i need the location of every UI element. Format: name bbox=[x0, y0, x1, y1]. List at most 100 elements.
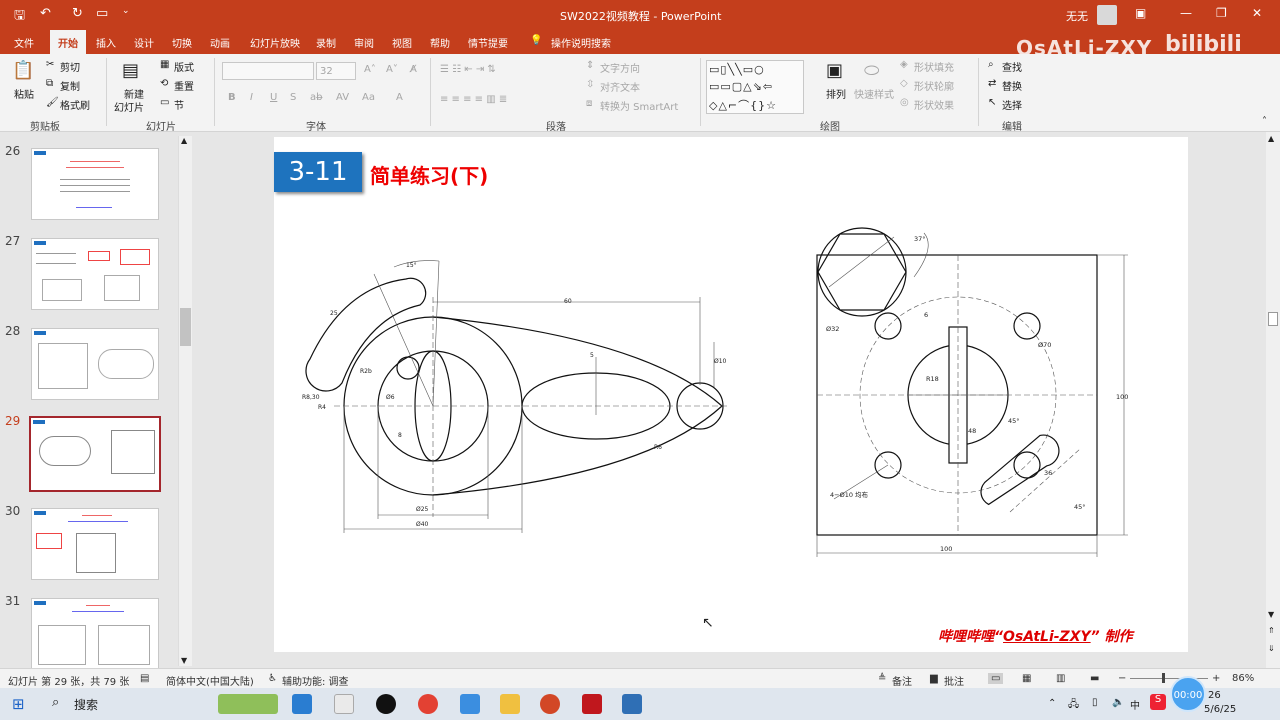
select-icon[interactable]: ↖ bbox=[988, 97, 996, 108]
shape-fill-button[interactable]: 形状填充 bbox=[914, 59, 954, 74]
zoom-level[interactable]: 86% bbox=[1232, 673, 1254, 684]
collapse-ribbon-icon[interactable]: ˄ bbox=[1262, 116, 1267, 127]
file-explorer-icon[interactable] bbox=[500, 694, 520, 714]
qq-icon[interactable] bbox=[376, 694, 396, 714]
ribbon-display-icon[interactable]: ▣ bbox=[1135, 6, 1146, 20]
slide-thumbnail-30[interactable] bbox=[31, 508, 159, 580]
tab-storyboard[interactable]: 情节提要 bbox=[468, 35, 508, 50]
bullets-icon[interactable]: ☰ ☷ ⇤ ⇥ ⇅ bbox=[440, 64, 496, 75]
start-presentation-icon[interactable]: ▭ bbox=[96, 6, 108, 21]
layout-icon[interactable]: ▦ bbox=[160, 59, 169, 70]
replace-icon[interactable]: ⇄ bbox=[988, 78, 996, 89]
user-name[interactable]: 无无 bbox=[1066, 8, 1088, 24]
scroll-thumb[interactable] bbox=[1268, 312, 1278, 326]
tab-home[interactable]: 开始 bbox=[50, 30, 86, 54]
shapes-gallery[interactable]: ▭▯╲╲▭○ ▭▭▢△⇘⇦ ◇△⌐⌒{}☆ bbox=[706, 60, 804, 114]
scroll-down-icon[interactable]: ▼ bbox=[1268, 610, 1274, 619]
tab-review[interactable]: 审阅 bbox=[354, 35, 374, 50]
shape-fill-icon[interactable]: ◈ bbox=[900, 59, 908, 70]
tab-slideshow[interactable]: 幻灯片放映 bbox=[250, 35, 300, 50]
slide-scrollbar[interactable]: ▲ ▼ ⇑ ⇓ bbox=[1266, 132, 1280, 668]
taskbar-search[interactable]: 搜索 bbox=[74, 696, 98, 713]
reading-view-icon[interactable]: ▥ bbox=[1056, 673, 1065, 684]
normal-view-icon[interactable]: ▭ bbox=[988, 673, 1004, 684]
tab-help[interactable]: 帮助 bbox=[430, 35, 450, 50]
cut-button[interactable]: 剪切 bbox=[60, 59, 80, 74]
find-button[interactable]: 查找 bbox=[1002, 59, 1022, 74]
char-spacing-icon[interactable]: AV bbox=[336, 92, 349, 103]
customize-qat-icon[interactable]: ⌄ bbox=[122, 6, 130, 16]
spellcheck-icon[interactable]: ▤ bbox=[140, 673, 149, 684]
format-painter-icon[interactable]: 🖌 bbox=[46, 97, 59, 108]
font-size-select[interactable]: 32 bbox=[316, 62, 356, 80]
photos-icon[interactable] bbox=[622, 694, 642, 714]
close-icon[interactable]: ✕ bbox=[1252, 6, 1262, 20]
slide-thumbnail-31[interactable] bbox=[31, 598, 159, 670]
shrink-font-icon[interactable]: A˅ bbox=[386, 64, 398, 75]
grow-font-icon[interactable]: A˄ bbox=[364, 64, 376, 75]
windows-start-icon[interactable]: ⊞ bbox=[12, 695, 25, 713]
chrome-icon[interactable] bbox=[418, 694, 438, 714]
layout-button[interactable]: 版式 bbox=[174, 59, 194, 74]
quick-styles-icon[interactable]: ⬭ bbox=[864, 60, 879, 81]
bold-icon[interactable]: B bbox=[228, 92, 236, 103]
shape-effects-icon[interactable]: ◎ bbox=[900, 97, 909, 108]
slide-thumbnail-26[interactable] bbox=[31, 148, 159, 220]
find-icon[interactable]: ⌕ bbox=[988, 59, 994, 70]
app-icon[interactable] bbox=[334, 694, 354, 714]
zoom-in-icon[interactable]: + bbox=[1212, 673, 1220, 684]
notes-icon[interactable]: ≜ bbox=[878, 673, 886, 684]
align-text-button[interactable]: 对齐文本 bbox=[600, 79, 640, 94]
thumbnail-scrollbar[interactable]: ▲ ▼ bbox=[178, 136, 192, 666]
tab-design[interactable]: 设计 bbox=[134, 35, 154, 50]
shape-effects-button[interactable]: 形状效果 bbox=[914, 97, 954, 112]
cut-icon[interactable]: ✂ bbox=[46, 59, 54, 70]
slide-thumbnail-27[interactable] bbox=[31, 238, 159, 310]
tab-view[interactable]: 视图 bbox=[392, 35, 412, 50]
reset-icon[interactable]: ⟲ bbox=[160, 78, 168, 89]
undo-icon[interactable]: ↶ bbox=[40, 6, 51, 21]
zoom-slider-thumb[interactable] bbox=[1162, 673, 1165, 683]
minimize-icon[interactable]: — bbox=[1180, 6, 1192, 20]
tell-me-search[interactable]: 操作说明搜索 bbox=[551, 35, 611, 50]
shadow-icon[interactable]: S bbox=[290, 92, 296, 103]
format-painter-button[interactable]: 格式刷 bbox=[60, 97, 90, 112]
avatar[interactable] bbox=[1097, 5, 1117, 25]
scroll-thumb[interactable] bbox=[180, 308, 191, 346]
italic-icon[interactable]: I bbox=[250, 92, 253, 103]
new-slide-icon[interactable]: ▤ bbox=[122, 60, 139, 81]
redo-icon[interactable]: ↻ bbox=[72, 6, 83, 21]
slide-thumbnail-pane[interactable]: 26 27 28 29 30 31 bbox=[0, 132, 193, 670]
copy-button[interactable]: 复制 bbox=[60, 78, 80, 93]
change-case-icon[interactable]: Aa bbox=[362, 92, 375, 103]
sogou-icon[interactable]: S bbox=[1150, 694, 1166, 710]
smartart-icon[interactable]: ⧈ bbox=[586, 98, 592, 109]
scroll-down-icon[interactable]: ▼ bbox=[181, 656, 187, 665]
solidworks-icon[interactable] bbox=[582, 694, 602, 714]
font-color-icon[interactable]: A bbox=[396, 92, 403, 103]
tray-chevron-icon[interactable]: ⌃ bbox=[1048, 698, 1056, 709]
shape-outline-button[interactable]: 形状轮廓 bbox=[914, 78, 954, 93]
shapes-row3[interactable]: ◇△⌐⌒{}☆ bbox=[709, 97, 777, 113]
slide[interactable]: 3-11 简单练习(下) 15° 60 25 R2b Ø6 8 R8,30 R4… bbox=[274, 137, 1188, 652]
date-line2[interactable]: 5/6/25 bbox=[1204, 704, 1236, 715]
previous-slide-icon[interactable]: ⇑ bbox=[1268, 626, 1275, 635]
taskview-icon[interactable] bbox=[292, 694, 312, 714]
strikethrough-icon[interactable]: ab̶ bbox=[310, 92, 322, 103]
tray-icon[interactable]: 🖧 bbox=[1068, 697, 1079, 714]
replace-button[interactable]: 替换 bbox=[1002, 78, 1022, 93]
save-icon[interactable]: 🖫 bbox=[14, 6, 25, 28]
reset-button[interactable]: 重置 bbox=[174, 78, 194, 93]
zoom-out-icon[interactable]: − bbox=[1118, 673, 1126, 684]
section-icon[interactable]: ▭ bbox=[160, 97, 169, 108]
select-button[interactable]: 选择 bbox=[1002, 97, 1022, 112]
powerpoint-icon[interactable] bbox=[540, 694, 560, 714]
tab-record[interactable]: 录制 bbox=[316, 35, 336, 50]
shapes-row1[interactable]: ▭▯╲╲▭○ bbox=[709, 63, 765, 76]
ime-indicator[interactable]: 中 bbox=[1130, 697, 1140, 712]
clear-format-icon[interactable]: A̸ bbox=[410, 64, 417, 75]
next-slide-icon[interactable]: ⇓ bbox=[1268, 644, 1275, 653]
scroll-up-icon[interactable]: ▲ bbox=[1268, 134, 1274, 143]
maximize-icon[interactable]: ❐ bbox=[1216, 6, 1227, 20]
text-direction-button[interactable]: 文字方向 bbox=[600, 60, 640, 75]
